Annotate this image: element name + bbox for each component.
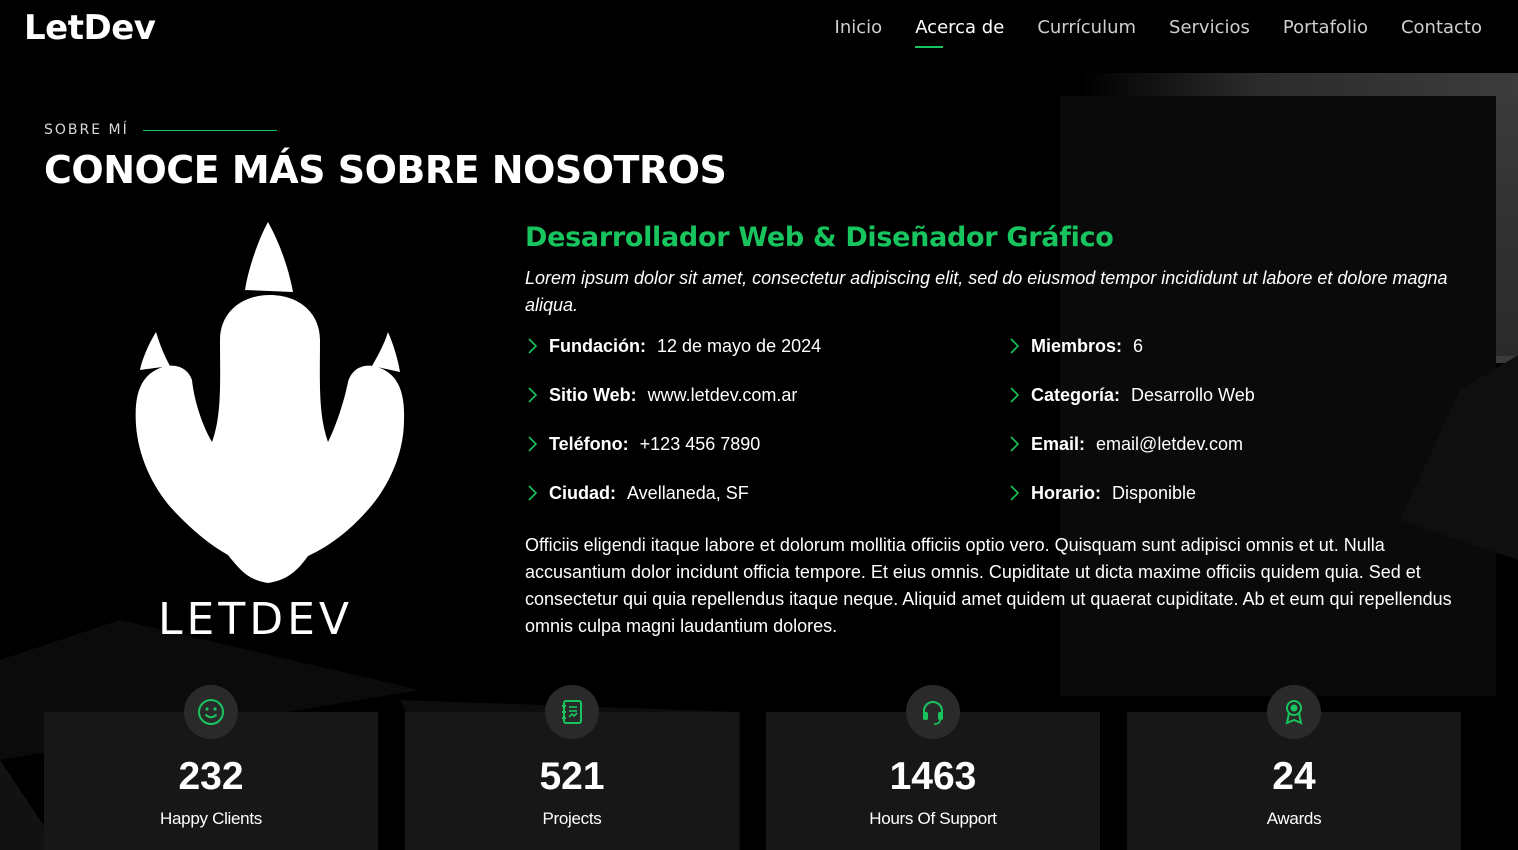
info-key: Sitio Web:: [549, 384, 637, 405]
info-item-email: Email: email@letdev.com: [1007, 433, 1467, 455]
info-value: Disponible: [1112, 482, 1197, 503]
journal-icon: [545, 685, 599, 739]
nav-item-inicio[interactable]: Inicio: [835, 17, 883, 48]
smiley-icon: [184, 685, 238, 739]
claw-icon: [135, 222, 405, 583]
eyebrow-line: [142, 129, 277, 131]
info-key: Teléfono:: [549, 433, 629, 454]
info-value: email@letdev.com: [1096, 433, 1244, 454]
chevron-right-icon: [1010, 338, 1020, 354]
info-key: Fundación:: [549, 335, 646, 356]
stat-card-projects: 521 Projects: [405, 685, 739, 850]
nav-item-curriculum[interactable]: Currículum: [1037, 17, 1136, 48]
stat-value: 521: [539, 755, 605, 798]
info-value: +123 456 7890: [639, 433, 761, 454]
headset-icon: [906, 685, 960, 739]
brand-wordmark: LETDEV: [158, 594, 353, 645]
info-key: Email:: [1031, 433, 1086, 454]
stats-row: 232 Happy Clients 521 Projects 1463 Hour…: [44, 685, 1461, 850]
nav-item-contacto[interactable]: Contacto: [1401, 17, 1482, 48]
info-item-telefono: Teléfono: +123 456 7890: [525, 433, 1007, 455]
stat-label: Happy Clients: [160, 809, 262, 828]
info-value: 6: [1133, 335, 1144, 356]
chevron-right-icon: [528, 485, 538, 501]
info-list: Fundación: 12 de mayo de 2024 Miembros: …: [525, 335, 1465, 504]
info-value: www.letdev.com.ar: [647, 384, 798, 405]
site-logo[interactable]: LetDev: [24, 8, 156, 48]
stat-value: 24: [1272, 755, 1316, 798]
nav-item-servicios[interactable]: Servicios: [1169, 17, 1250, 48]
stat-card-hours-of-support: 1463 Hours Of Support: [766, 685, 1100, 850]
chevron-right-icon: [1010, 387, 1020, 403]
chevron-right-icon: [1010, 436, 1020, 452]
stat-label: Awards: [1266, 809, 1322, 828]
info-value: 12 de mayo de 2024: [657, 335, 822, 356]
award-icon: [1267, 685, 1321, 739]
stat-value: 232: [178, 755, 244, 798]
brand-logo-art: LETDEV: [130, 220, 420, 650]
navbar: LetDev Inicio Acerca de Currículum Servi…: [0, 0, 1518, 70]
info-item-ciudad: Ciudad: Avellaneda, SF: [525, 482, 1007, 504]
chevron-right-icon: [1010, 485, 1020, 501]
chevron-right-icon: [528, 436, 538, 452]
stat-value: 1463: [889, 755, 977, 798]
info-item-fundacion: Fundación: 12 de mayo de 2024: [525, 335, 1007, 357]
info-key: Ciudad:: [549, 482, 616, 503]
section-eyebrow: SOBRE MÍ: [44, 122, 726, 138]
nav-menu: Inicio Acerca de Currículum Servicios Po…: [835, 17, 1482, 48]
nav-item-portafolio[interactable]: Portafolio: [1283, 17, 1368, 48]
section-title: CONOCE MÁS SOBRE NOSOTROS: [44, 148, 727, 192]
info-value: Avellaneda, SF: [627, 482, 749, 503]
about-content: Desarrollador Web & Diseñador Gráfico Lo…: [525, 222, 1465, 640]
info-item-horario: Horario: Disponible: [1007, 482, 1467, 504]
nav-item-acerca-de[interactable]: Acerca de: [915, 17, 1004, 48]
info-item-miembros: Miembros: 6: [1007, 335, 1467, 357]
eyebrow-text: SOBRE MÍ: [44, 122, 129, 138]
stat-label: Hours Of Support: [869, 809, 997, 828]
info-item-categoria: Categoría: Desarrollo Web: [1007, 384, 1467, 406]
chevron-right-icon: [528, 338, 538, 354]
info-value: Desarrollo Web: [1131, 384, 1255, 405]
lead-text: Lorem ipsum dolor sit amet, consectetur …: [525, 268, 1448, 315]
about-body-text: Officiis eligendi itaque labore et dolor…: [525, 535, 1452, 636]
info-key: Categoría:: [1031, 384, 1121, 405]
stat-card-awards: 24 Awards: [1127, 685, 1461, 850]
about-header: SOBRE MÍ CONOCE MÁS SOBRE NOSOTROS: [44, 122, 727, 192]
stat-label: Projects: [542, 809, 602, 828]
role-title: Desarrollador Web & Diseñador Gráfico: [525, 222, 1114, 253]
info-item-sitio-web: Sitio Web: www.letdev.com.ar: [525, 384, 1007, 406]
info-key: Horario:: [1031, 482, 1102, 503]
chevron-right-icon: [528, 387, 538, 403]
stat-card-happy-clients: 232 Happy Clients: [44, 685, 378, 850]
info-key: Miembros:: [1031, 335, 1123, 356]
